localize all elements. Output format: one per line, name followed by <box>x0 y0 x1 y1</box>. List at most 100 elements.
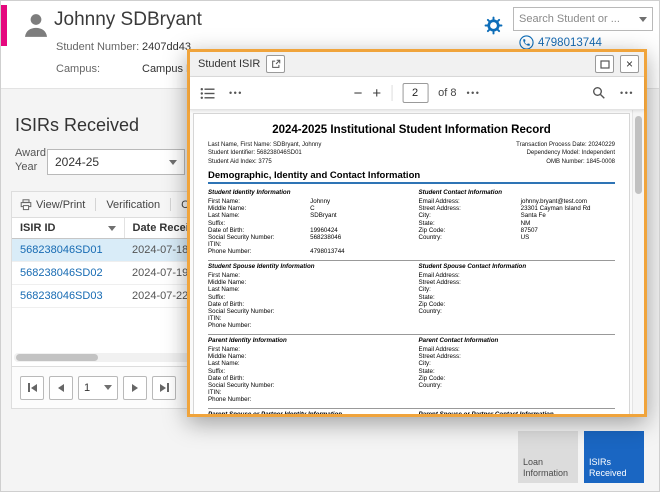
zoom-in-icon[interactable]: + <box>372 86 381 101</box>
isir-field-row: Suffix: <box>208 294 405 301</box>
campus-label: Campus: <box>56 63 100 75</box>
next-page-button[interactable] <box>123 376 147 400</box>
view-print-label: View/Print <box>36 199 85 211</box>
isir-field-row: Social Security Number:568238046 <box>208 234 405 241</box>
toolbar-divider <box>391 85 392 101</box>
isir-field-row: Country: <box>419 308 616 315</box>
page-count-label: of 8 <box>438 87 456 99</box>
award-year-select[interactable]: 2024-25 <box>47 149 185 175</box>
isir-field-row: Middle Name:C <box>208 205 405 212</box>
meta-omb-number: OMB Number: 1845-0008 <box>516 158 615 166</box>
meta-name: Last Name, First Name: SDBryant, Johnny <box>208 141 321 149</box>
student-avatar <box>21 10 51 40</box>
toolbar-divider <box>95 198 96 211</box>
isir-field-row: First Name:Johnny <box>208 198 405 205</box>
chevron-down-icon[interactable] <box>639 17 647 22</box>
isir-field-row: State:NM <box>419 220 616 227</box>
horizontal-scrollbar-thumb[interactable] <box>16 354 98 361</box>
page-number-input[interactable] <box>402 83 428 103</box>
column-menu-chevron-icon[interactable] <box>108 226 116 231</box>
isir-document-title: 2024-2025 Institutional Student Informat… <box>208 124 615 136</box>
isir-id-link[interactable]: 568238046SD01 <box>20 244 103 256</box>
isir-field-column: Parent Contact Information Email Address:… <box>419 337 616 403</box>
isir-field-row: Social Security Number: <box>208 308 405 315</box>
printer-icon <box>20 199 32 211</box>
phone-number-link[interactable]: 4798013744 <box>538 37 602 49</box>
more-options-icon[interactable] <box>229 88 243 98</box>
isir-id-link[interactable]: 568238046SD03 <box>20 290 103 302</box>
page-number-select[interactable]: 1 <box>78 376 118 400</box>
meta-student-aid-index: Student Aid Index: 3775 <box>208 158 321 166</box>
student-search-combobox[interactable] <box>513 7 653 31</box>
isir-group-title: Parent Spouse or Partner Identity Inform… <box>208 411 405 414</box>
meta-student-identifier: Student Identifier: 568238046SD01 <box>208 149 321 157</box>
verification-button[interactable]: Verification <box>106 199 160 211</box>
isir-field-group: Parent Spouse or Partner Identity Inform… <box>208 408 615 414</box>
phone-icon <box>519 35 534 50</box>
tile-loan-information-label: Loan Information <box>523 457 573 480</box>
more-options-icon[interactable] <box>466 88 480 98</box>
person-icon <box>21 10 51 40</box>
student-isir-modal: Student ISIR × <box>187 49 647 417</box>
chevron-down-icon <box>169 160 177 165</box>
zoom-out-icon[interactable]: − <box>354 86 363 101</box>
isir-group-title: Parent Spouse or Partner Contact Informa… <box>419 411 616 414</box>
accent-bar <box>1 5 7 46</box>
isir-field-row: State: <box>419 294 616 301</box>
outline-panel-icon[interactable] <box>200 87 215 100</box>
isir-field-row: Email Address: <box>419 272 616 279</box>
isir-field-column: Student Identity Information First Name:J… <box>208 189 405 255</box>
first-page-button[interactable] <box>20 376 44 400</box>
isir-field-row: State: <box>419 368 616 375</box>
tile-loan-information[interactable]: Loan Information <box>518 431 578 483</box>
isir-field-row: Street Address: <box>419 279 616 286</box>
isir-field-row: Last Name: <box>208 286 405 293</box>
column-header-isir-id[interactable]: ISIR ID <box>12 218 124 239</box>
isir-group-title: Parent Contact Information <box>419 337 616 344</box>
isir-field-row: First Name: <box>208 346 405 353</box>
isir-field-group: Parent Identity InformationFirst Name:Mi… <box>208 334 615 408</box>
previous-page-button[interactable] <box>49 376 73 400</box>
isir-group-title: Student Identity Information <box>208 189 405 196</box>
isir-field-row: Date of Birth:19960424 <box>208 227 405 234</box>
isir-field-row: ITIN: <box>208 241 405 248</box>
more-options-icon[interactable] <box>620 88 634 98</box>
isir-field-row: Street Address: <box>419 353 616 360</box>
last-page-button[interactable] <box>152 376 176 400</box>
student-number-label: Student Number: <box>56 41 139 53</box>
search-icon[interactable] <box>592 86 606 100</box>
tile-isirs-received-label: ISIRs Received <box>589 457 639 480</box>
maximize-icon <box>600 60 610 69</box>
vertical-scrollbar[interactable] <box>632 110 644 414</box>
isir-field-row: Last Name:SDBryant <box>208 212 405 219</box>
isir-field-row: Zip Code: <box>419 375 616 382</box>
isir-field-row: City:Santa Fe <box>419 212 616 219</box>
isir-field-column: Parent Spouse or Partner Identity Inform… <box>208 411 405 414</box>
tile-isirs-received[interactable]: ISIRs Received <box>584 431 644 483</box>
modal-title: Student ISIR <box>198 58 260 70</box>
isir-field-row: Last Name: <box>208 360 405 367</box>
close-icon: × <box>626 58 633 70</box>
isir-field-row: Email Address: <box>419 346 616 353</box>
isir-field-group: Student Identity Information First Name:J… <box>208 187 615 260</box>
maximize-button[interactable] <box>595 55 614 73</box>
view-print-button[interactable]: View/Print <box>20 199 85 211</box>
search-input[interactable] <box>519 13 639 25</box>
isir-section-heading: Demographic, Identity and Contact Inform… <box>208 170 615 184</box>
isir-field-row: Email Address:johnny.bryant@test.com <box>419 198 616 205</box>
vertical-scrollbar-thumb[interactable] <box>635 116 642 194</box>
isir-field-row: Middle Name: <box>208 353 405 360</box>
isir-field-row: Date of Birth: <box>208 301 405 308</box>
pdf-toolbar: − + of 8 <box>190 77 644 110</box>
settings-gear-icon[interactable] <box>483 16 503 36</box>
isir-field-row: Suffix: <box>208 220 405 227</box>
isir-field-column: Student Spouse Contact InformationEmail … <box>419 263 616 329</box>
isir-field-row: Suffix: <box>208 368 405 375</box>
isir-id-link[interactable]: 568238046SD02 <box>20 267 103 279</box>
isir-field-row: Zip Code:87507 <box>419 227 616 234</box>
section-title-isirs-received: ISIRs Received <box>15 115 139 136</box>
close-button[interactable]: × <box>620 55 639 73</box>
verification-label: Verification <box>106 199 160 211</box>
popout-button[interactable] <box>266 55 285 73</box>
isir-field-column: Student Spouse Identity InformationFirst… <box>208 263 405 329</box>
